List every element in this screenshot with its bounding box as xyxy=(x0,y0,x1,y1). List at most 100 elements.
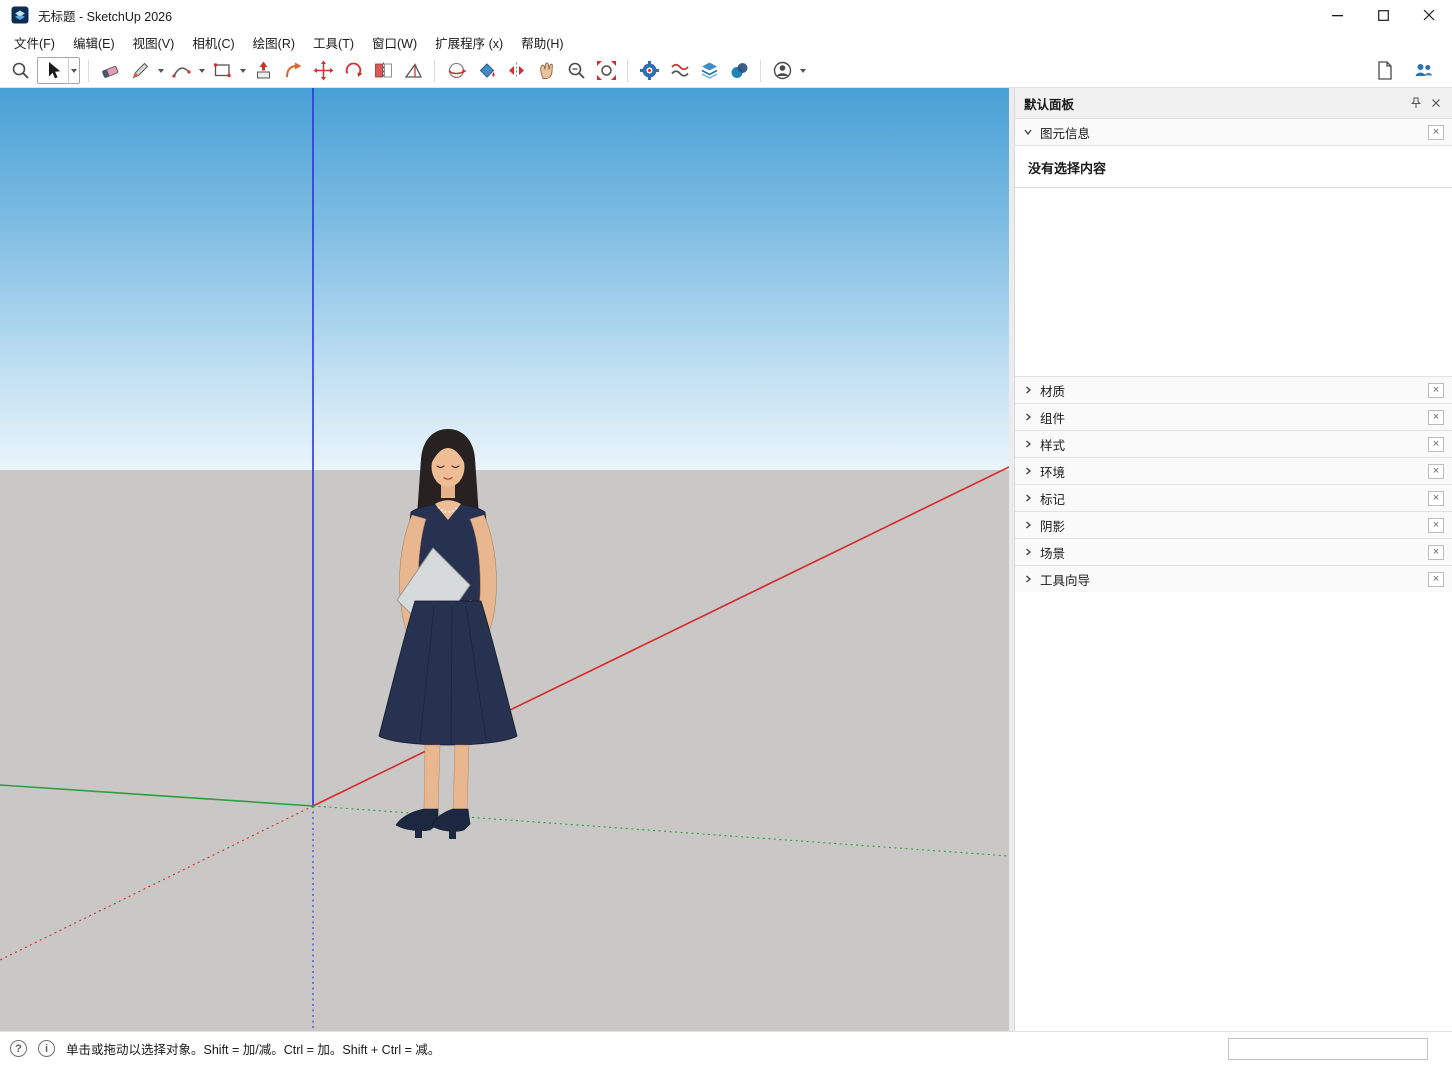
paint-bucket-icon xyxy=(476,60,497,81)
section-materials[interactable]: 材质 × xyxy=(1015,376,1452,403)
layers-button[interactable] xyxy=(694,57,724,85)
select-tool-button[interactable] xyxy=(38,57,68,85)
shapes-tool-dropdown[interactable] xyxy=(237,58,248,84)
scale-figure[interactable] xyxy=(379,429,517,839)
close-tray-button[interactable] xyxy=(1428,96,1443,111)
menu-draw[interactable]: 绘图(R) xyxy=(244,31,304,54)
move-tool-button[interactable] xyxy=(308,57,338,85)
chevron-down-icon xyxy=(158,69,164,73)
orbit-tool-button[interactable] xyxy=(441,57,471,85)
maximize-button[interactable] xyxy=(1360,0,1406,30)
pin-tray-button[interactable] xyxy=(1408,96,1423,111)
figure-left-heel xyxy=(415,828,422,838)
pin-icon xyxy=(1410,97,1422,109)
menu-extensions[interactable]: 扩展程序 (x) xyxy=(426,31,512,54)
mirror-tool-button[interactable] xyxy=(501,57,531,85)
line-tool-button[interactable] xyxy=(125,57,155,85)
section-entity-info[interactable]: 图元信息 × xyxy=(1015,118,1452,145)
close-shadows-button[interactable]: × xyxy=(1428,518,1444,533)
chevron-down-icon xyxy=(240,69,246,73)
menu-edit[interactable]: 编辑(E) xyxy=(64,31,124,54)
red-axis-dotted xyxy=(0,806,313,960)
main-toolbar xyxy=(0,54,1452,88)
menu-file[interactable]: 文件(F) xyxy=(5,31,64,54)
section-label: 标记 xyxy=(1040,489,1065,508)
rotate-tool-button[interactable] xyxy=(338,57,368,85)
window-title: 无标题 - SketchUp 2026 xyxy=(38,6,172,25)
model-viewport[interactable] xyxy=(0,88,1009,1031)
flip-tool-button[interactable] xyxy=(368,57,398,85)
extension-warehouse-button[interactable] xyxy=(664,57,694,85)
move-icon xyxy=(313,60,334,81)
menu-tools[interactable]: 工具(T) xyxy=(304,31,363,54)
green-axis-solid xyxy=(0,785,313,806)
help-icon[interactable]: ? xyxy=(10,1040,27,1057)
paint-bucket-tool-button[interactable] xyxy=(471,57,501,85)
select-tool-dropdown[interactable] xyxy=(68,58,79,84)
pan-tool-button[interactable] xyxy=(531,57,561,85)
search-tool-button[interactable] xyxy=(5,57,35,85)
shapes-tool-button[interactable] xyxy=(207,57,237,85)
chevron-right-icon xyxy=(1023,574,1033,584)
zoom-tool-button[interactable] xyxy=(561,57,591,85)
info-icon[interactable]: i xyxy=(38,1040,55,1057)
line-tool-dropdown[interactable] xyxy=(155,58,166,84)
menu-help[interactable]: 帮助(H) xyxy=(512,31,572,54)
section-tags[interactable]: 标记 × xyxy=(1015,484,1452,511)
close-instructor-button[interactable]: × xyxy=(1428,572,1444,587)
menu-view[interactable]: 视图(V) xyxy=(124,31,184,54)
close-window-button[interactable] xyxy=(1406,0,1452,30)
chevron-down-icon xyxy=(199,69,205,73)
chevron-down-icon xyxy=(1023,127,1033,137)
section-styles[interactable]: 样式 × xyxy=(1015,430,1452,457)
follow-me-icon xyxy=(283,60,304,81)
account-dropdown[interactable] xyxy=(797,58,808,84)
close-scenes-button[interactable]: × xyxy=(1428,545,1444,560)
tape-measure-tool-button[interactable] xyxy=(398,57,428,85)
section-components[interactable]: 组件 × xyxy=(1015,403,1452,430)
section-label: 工具向导 xyxy=(1040,570,1090,589)
account-icon xyxy=(772,60,793,81)
close-components-button[interactable]: × xyxy=(1428,410,1444,425)
account-button[interactable] xyxy=(767,57,797,85)
close-environment-button[interactable]: × xyxy=(1428,464,1444,479)
eraser-tool-button[interactable] xyxy=(95,57,125,85)
share-collaborate-button[interactable] xyxy=(1408,57,1438,85)
layers-icon xyxy=(699,60,720,81)
measurements-input[interactable] xyxy=(1228,1038,1428,1060)
tray-header: 默认面板 xyxy=(1015,88,1452,118)
close-styles-button[interactable]: × xyxy=(1428,437,1444,452)
section-shadows[interactable]: 阴影 × xyxy=(1015,511,1452,538)
drawing-axes xyxy=(0,88,1009,1031)
status-bar: ? i 单击或拖动以选择对象。Shift = 加/减。Ctrl = 加。Shif… xyxy=(0,1031,1452,1065)
section-environment[interactable]: 环境 × xyxy=(1015,457,1452,484)
minimize-button[interactable] xyxy=(1314,0,1360,30)
flip-icon xyxy=(373,60,394,81)
3d-warehouse-button[interactable] xyxy=(634,57,664,85)
close-tags-button[interactable]: × xyxy=(1428,491,1444,506)
figure-right-leg xyxy=(453,745,469,811)
toolbar-separator xyxy=(434,60,435,82)
menu-window[interactable]: 窗口(W) xyxy=(363,31,426,54)
close-entity-info-button[interactable]: × xyxy=(1428,125,1444,140)
components-button[interactable] xyxy=(724,57,754,85)
push-pull-tool-button[interactable] xyxy=(248,57,278,85)
figure-left-leg xyxy=(424,745,440,811)
arc-tool-button[interactable] xyxy=(166,57,196,85)
new-document-icon xyxy=(1374,60,1395,81)
zoom-extents-tool-button[interactable] xyxy=(591,57,621,85)
section-instructor[interactable]: 工具向导 × xyxy=(1015,565,1452,592)
new-document-button[interactable] xyxy=(1369,57,1399,85)
section-label: 环境 xyxy=(1040,462,1065,481)
orbit-icon xyxy=(446,60,467,81)
maximize-icon xyxy=(1378,10,1389,21)
arc-tool-dropdown[interactable] xyxy=(196,58,207,84)
close-materials-button[interactable]: × xyxy=(1428,383,1444,398)
section-scenes[interactable]: 场景 × xyxy=(1015,538,1452,565)
menu-camera[interactable]: 相机(C) xyxy=(183,31,243,54)
follow-me-tool-button[interactable] xyxy=(278,57,308,85)
section-label: 场景 xyxy=(1040,543,1065,562)
default-tray-panel: 默认面板 图元信息 × 没有选择 xyxy=(1014,88,1452,1031)
minimize-icon xyxy=(1332,10,1343,21)
rotate-icon xyxy=(343,60,364,81)
